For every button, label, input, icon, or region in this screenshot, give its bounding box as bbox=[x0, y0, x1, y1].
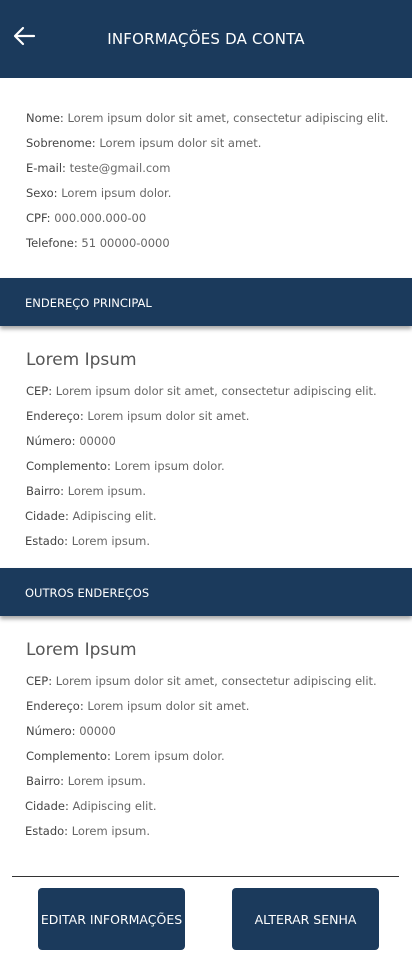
other-complement-row: Complemento: Lorem ipsum dolor. bbox=[26, 749, 225, 763]
account-phone-row: Telefone: 51 00000-0000 bbox=[26, 236, 170, 250]
main-complement-row: Complemento: Lorem ipsum dolor. bbox=[26, 459, 225, 473]
account-email-row: E-mail: teste@gmail.com bbox=[26, 161, 171, 175]
change-password-button[interactable]: ALTERAR SENHA bbox=[232, 888, 379, 950]
other-addresses-header: OUTROS ENDEREÇOS bbox=[0, 568, 412, 616]
edit-info-button[interactable]: EDITAR INFORMAÇÕES bbox=[38, 888, 185, 950]
main-address-title: Lorem Ipsum bbox=[26, 350, 137, 370]
other-addresses-section-title: OUTROS ENDEREÇOS bbox=[25, 586, 150, 600]
other-cep-row: CEP: Lorem ipsum dolor sit amet, consect… bbox=[26, 674, 377, 688]
main-state-row: Estado: Lorem ipsum. bbox=[25, 534, 150, 548]
other-street-row: Endereço: Lorem ipsum dolor sit amet. bbox=[26, 699, 250, 713]
footer-divider bbox=[12, 876, 399, 877]
main-street-row: Endereço: Lorem ipsum dolor sit amet. bbox=[26, 409, 250, 423]
page-title: INFORMAÇÕES DA CONTA bbox=[107, 30, 305, 48]
main-address-header: ENDEREÇO PRINCIPAL bbox=[0, 278, 412, 326]
other-number-row: Número: 00000 bbox=[26, 724, 116, 738]
other-district-row: Bairro: Lorem ipsum. bbox=[26, 774, 146, 788]
top-bar: INFORMAÇÕES DA CONTA bbox=[0, 0, 412, 78]
other-state-row: Estado: Lorem ipsum. bbox=[25, 824, 150, 838]
other-address-title: Lorem Ipsum bbox=[26, 640, 137, 660]
account-cpf-row: CPF: 000.000.000-00 bbox=[26, 211, 147, 225]
other-city-row: Cidade: Adipiscing elit. bbox=[25, 799, 157, 813]
main-address-section-title: ENDEREÇO PRINCIPAL bbox=[25, 296, 152, 310]
main-city-row: Cidade: Adipiscing elit. bbox=[25, 509, 157, 523]
account-name-row: Nome: Lorem ipsum dolor sit amet, consec… bbox=[26, 111, 389, 125]
account-sex-row: Sexo: Lorem ipsum dolor. bbox=[26, 186, 172, 200]
main-district-row: Bairro: Lorem ipsum. bbox=[26, 484, 146, 498]
main-number-row: Número: 00000 bbox=[26, 434, 116, 448]
account-surname-row: Sobrenome: Lorem ipsum dolor sit amet. bbox=[26, 136, 262, 150]
main-cep-row: CEP: Lorem ipsum dolor sit amet, consect… bbox=[26, 384, 377, 398]
